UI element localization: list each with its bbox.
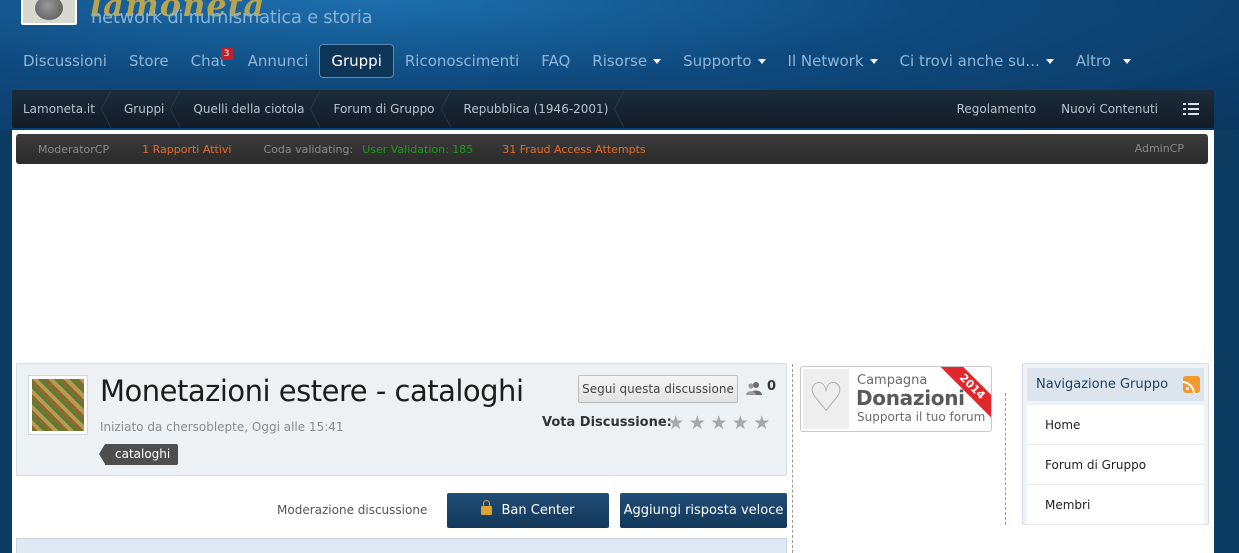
chat-count-badge: 3	[220, 48, 233, 60]
donation-banner[interactable]: ♡ Campagna Donazioni Supporta il tuo for…	[800, 366, 992, 432]
new-content-link[interactable]: Nuovi Contenuti	[1061, 102, 1158, 116]
nav-discussioni[interactable]: Discussioni	[12, 44, 118, 78]
nav-label: FAQ	[541, 52, 571, 70]
quick-reply-button[interactable]: Aggiungi risposta veloce	[620, 493, 787, 528]
nav-label: Supporto	[683, 52, 752, 70]
star-icon[interactable]: ★	[708, 413, 730, 433]
nav-label: Discussioni	[23, 52, 107, 70]
user-validation-link[interactable]: User Validation: 185	[362, 143, 473, 156]
nav-supporto[interactable]: Supporto	[672, 44, 776, 78]
moderatorcp-link[interactable]: ModeratorCP	[38, 143, 109, 156]
followers-icon	[746, 382, 762, 395]
active-reports-link[interactable]: 1 Rapporti Attivi	[142, 143, 231, 156]
heart-icon: ♡	[803, 369, 849, 429]
rss-icon[interactable]	[1183, 376, 1200, 393]
breadcrumb-item[interactable]: Repubblica (1946-2001)	[453, 90, 627, 128]
star-icon[interactable]: ★	[751, 413, 773, 433]
nav-label: Risorse	[592, 52, 648, 70]
topic-tag[interactable]: cataloghi	[98, 444, 179, 465]
nav-chat[interactable]: Chat 3	[180, 44, 237, 78]
logo-coin-image[interactable]	[21, 0, 77, 25]
nav-annunci[interactable]: Annunci	[237, 44, 320, 78]
nav-store[interactable]: Store	[118, 44, 180, 78]
topic-title: Monetazioni estere - cataloghi	[100, 374, 524, 408]
nav-label: Annunci	[247, 52, 309, 70]
breadcrumb-bar: Lamoneta.it Gruppi Quelli della ciotola …	[12, 90, 1214, 128]
topic-meta: Iniziato da chersoblepte, Oggi alle 15:4…	[100, 420, 344, 434]
nav-ci-trovi-anche-su[interactable]: Ci trovi anche su...	[889, 44, 1065, 78]
lock-icon	[481, 500, 493, 515]
breadcrumb: Lamoneta.it Gruppi Quelli della ciotola …	[12, 90, 626, 128]
star-icon[interactable]: ★	[687, 413, 709, 433]
nav-risorse[interactable]: Risorse	[581, 44, 672, 78]
nav-label: Altro	[1075, 52, 1112, 70]
validating-label: Coda validating:	[263, 142, 354, 156]
group-nav-forum[interactable]: Forum di Gruppo	[1027, 445, 1204, 485]
nav-il-network[interactable]: Il Network	[777, 44, 889, 78]
star-icon[interactable]: ★	[665, 413, 687, 433]
main-nav: Discussioni Store Chat 3 Annunci Gruppi R…	[12, 44, 1142, 78]
followers-count: 0	[767, 379, 777, 394]
breadcrumb-item[interactable]: Lamoneta.it	[12, 90, 113, 128]
nav-label: Il Network	[787, 52, 864, 70]
nav-label: Riconoscimenti	[404, 52, 520, 70]
rating-stars: ★ ★ ★ ★ ★	[665, 413, 773, 433]
breadcrumb-item[interactable]: Forum di Gruppo	[322, 90, 452, 128]
donation-line-2: Donazioni	[856, 386, 965, 410]
rules-link[interactable]: Regolamento	[957, 102, 1037, 116]
chevron-down-icon	[757, 59, 766, 64]
main-content: ModeratorCP 1 Rapporti Attivi Coda valid…	[12, 130, 1214, 553]
group-nav-title: Navigazione Gruppo	[1027, 368, 1204, 401]
admincp-link[interactable]: AdminCP	[1135, 142, 1184, 155]
group-nav-home[interactable]: Home	[1027, 405, 1204, 445]
topic-header: Monetazioni estere - cataloghi Iniziato …	[16, 363, 787, 476]
fraud-attempts-link[interactable]: 31 Fraud Access Attempts	[502, 143, 645, 156]
nav-altro[interactable]: Altro	[1065, 44, 1142, 78]
follow-topic-button[interactable]: Segui questa discussione	[578, 375, 738, 403]
starter-avatar[interactable]	[28, 375, 88, 435]
moderator-bar: ModeratorCP 1 Rapporti Attivi Coda valid…	[16, 134, 1208, 164]
group-nav-members[interactable]: Membri	[1027, 485, 1204, 525]
site-header: lamoneta network di numismatica e storia…	[0, 0, 1239, 130]
star-icon[interactable]: ★	[730, 413, 752, 433]
sidebar-divider	[1005, 393, 1006, 525]
breadcrumb-item[interactable]: Gruppi	[113, 90, 182, 128]
chevron-down-icon	[1045, 59, 1054, 64]
chevron-down-icon	[1123, 59, 1132, 64]
group-nav-title-text: Navigazione Gruppo	[1036, 377, 1169, 392]
nav-label: Store	[128, 52, 169, 70]
ban-center-button[interactable]: Ban Center	[447, 493, 609, 528]
donation-line-3: Supporta il tuo forum	[857, 410, 986, 424]
nav-label: Ci trovi anche su...	[899, 52, 1040, 70]
breadcrumb-item[interactable]: Quelli della ciotola	[182, 90, 322, 128]
nav-faq[interactable]: FAQ	[530, 44, 581, 78]
breadcrumb-links: Regolamento Nuovi Contenuti	[957, 90, 1214, 128]
list-icon[interactable]	[1183, 103, 1199, 115]
rate-label: Vota Discussione:	[542, 415, 672, 430]
sidebar-divider	[792, 364, 793, 553]
topic-moderation-link[interactable]: Moderazione discussione	[277, 503, 427, 517]
site-tagline: network di numismatica e storia	[91, 7, 373, 28]
group-navigation: Navigazione Gruppo Home Forum di Gruppo …	[1022, 363, 1209, 525]
nav-label: Gruppi	[331, 52, 382, 70]
nav-gruppi[interactable]: Gruppi	[319, 44, 394, 78]
ban-center-label: Ban Center	[501, 503, 575, 518]
chevron-down-icon	[869, 59, 878, 64]
chevron-down-icon	[653, 59, 662, 64]
post-header-strip	[16, 538, 787, 553]
nav-riconoscimenti[interactable]: Riconoscimenti	[394, 44, 530, 78]
